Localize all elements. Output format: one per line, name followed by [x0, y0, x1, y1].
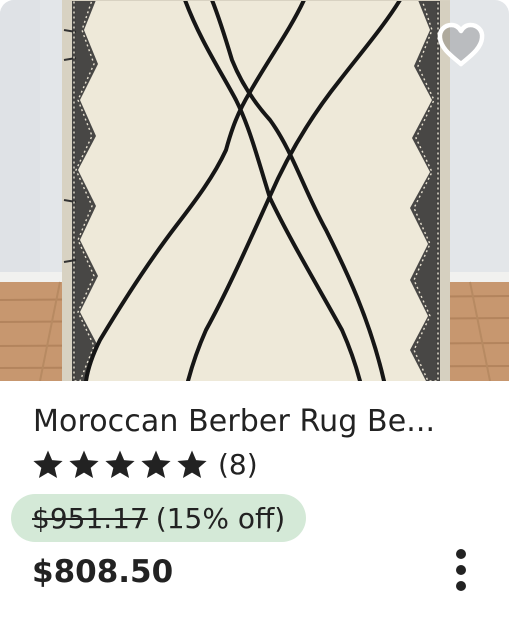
rating-row: (8) — [31, 446, 258, 484]
star-rating — [31, 448, 209, 482]
product-card[interactable]: Moroccan Berber Rug Be... (8) $951.17 (1… — [0, 0, 509, 622]
heart-outline-icon — [437, 22, 485, 67]
product-image[interactable] — [0, 0, 509, 381]
more-vertical-icon — [456, 549, 466, 591]
favorite-button[interactable] — [433, 17, 489, 73]
sale-price: $808.50 — [32, 554, 174, 590]
more-options-button[interactable] — [440, 544, 482, 596]
star-icon — [105, 450, 135, 479]
star-icon — [33, 450, 63, 479]
product-title[interactable]: Moroccan Berber Rug Be... — [33, 402, 483, 442]
original-price: $951.17 — [32, 501, 148, 535]
review-count: (8) — [218, 448, 258, 481]
star-icon — [69, 450, 99, 479]
star-icon — [177, 450, 207, 479]
discount-percent: (15% off) — [155, 501, 286, 535]
star-icon — [141, 450, 171, 479]
discount-badge: $951.17 (15% off) — [11, 494, 307, 542]
